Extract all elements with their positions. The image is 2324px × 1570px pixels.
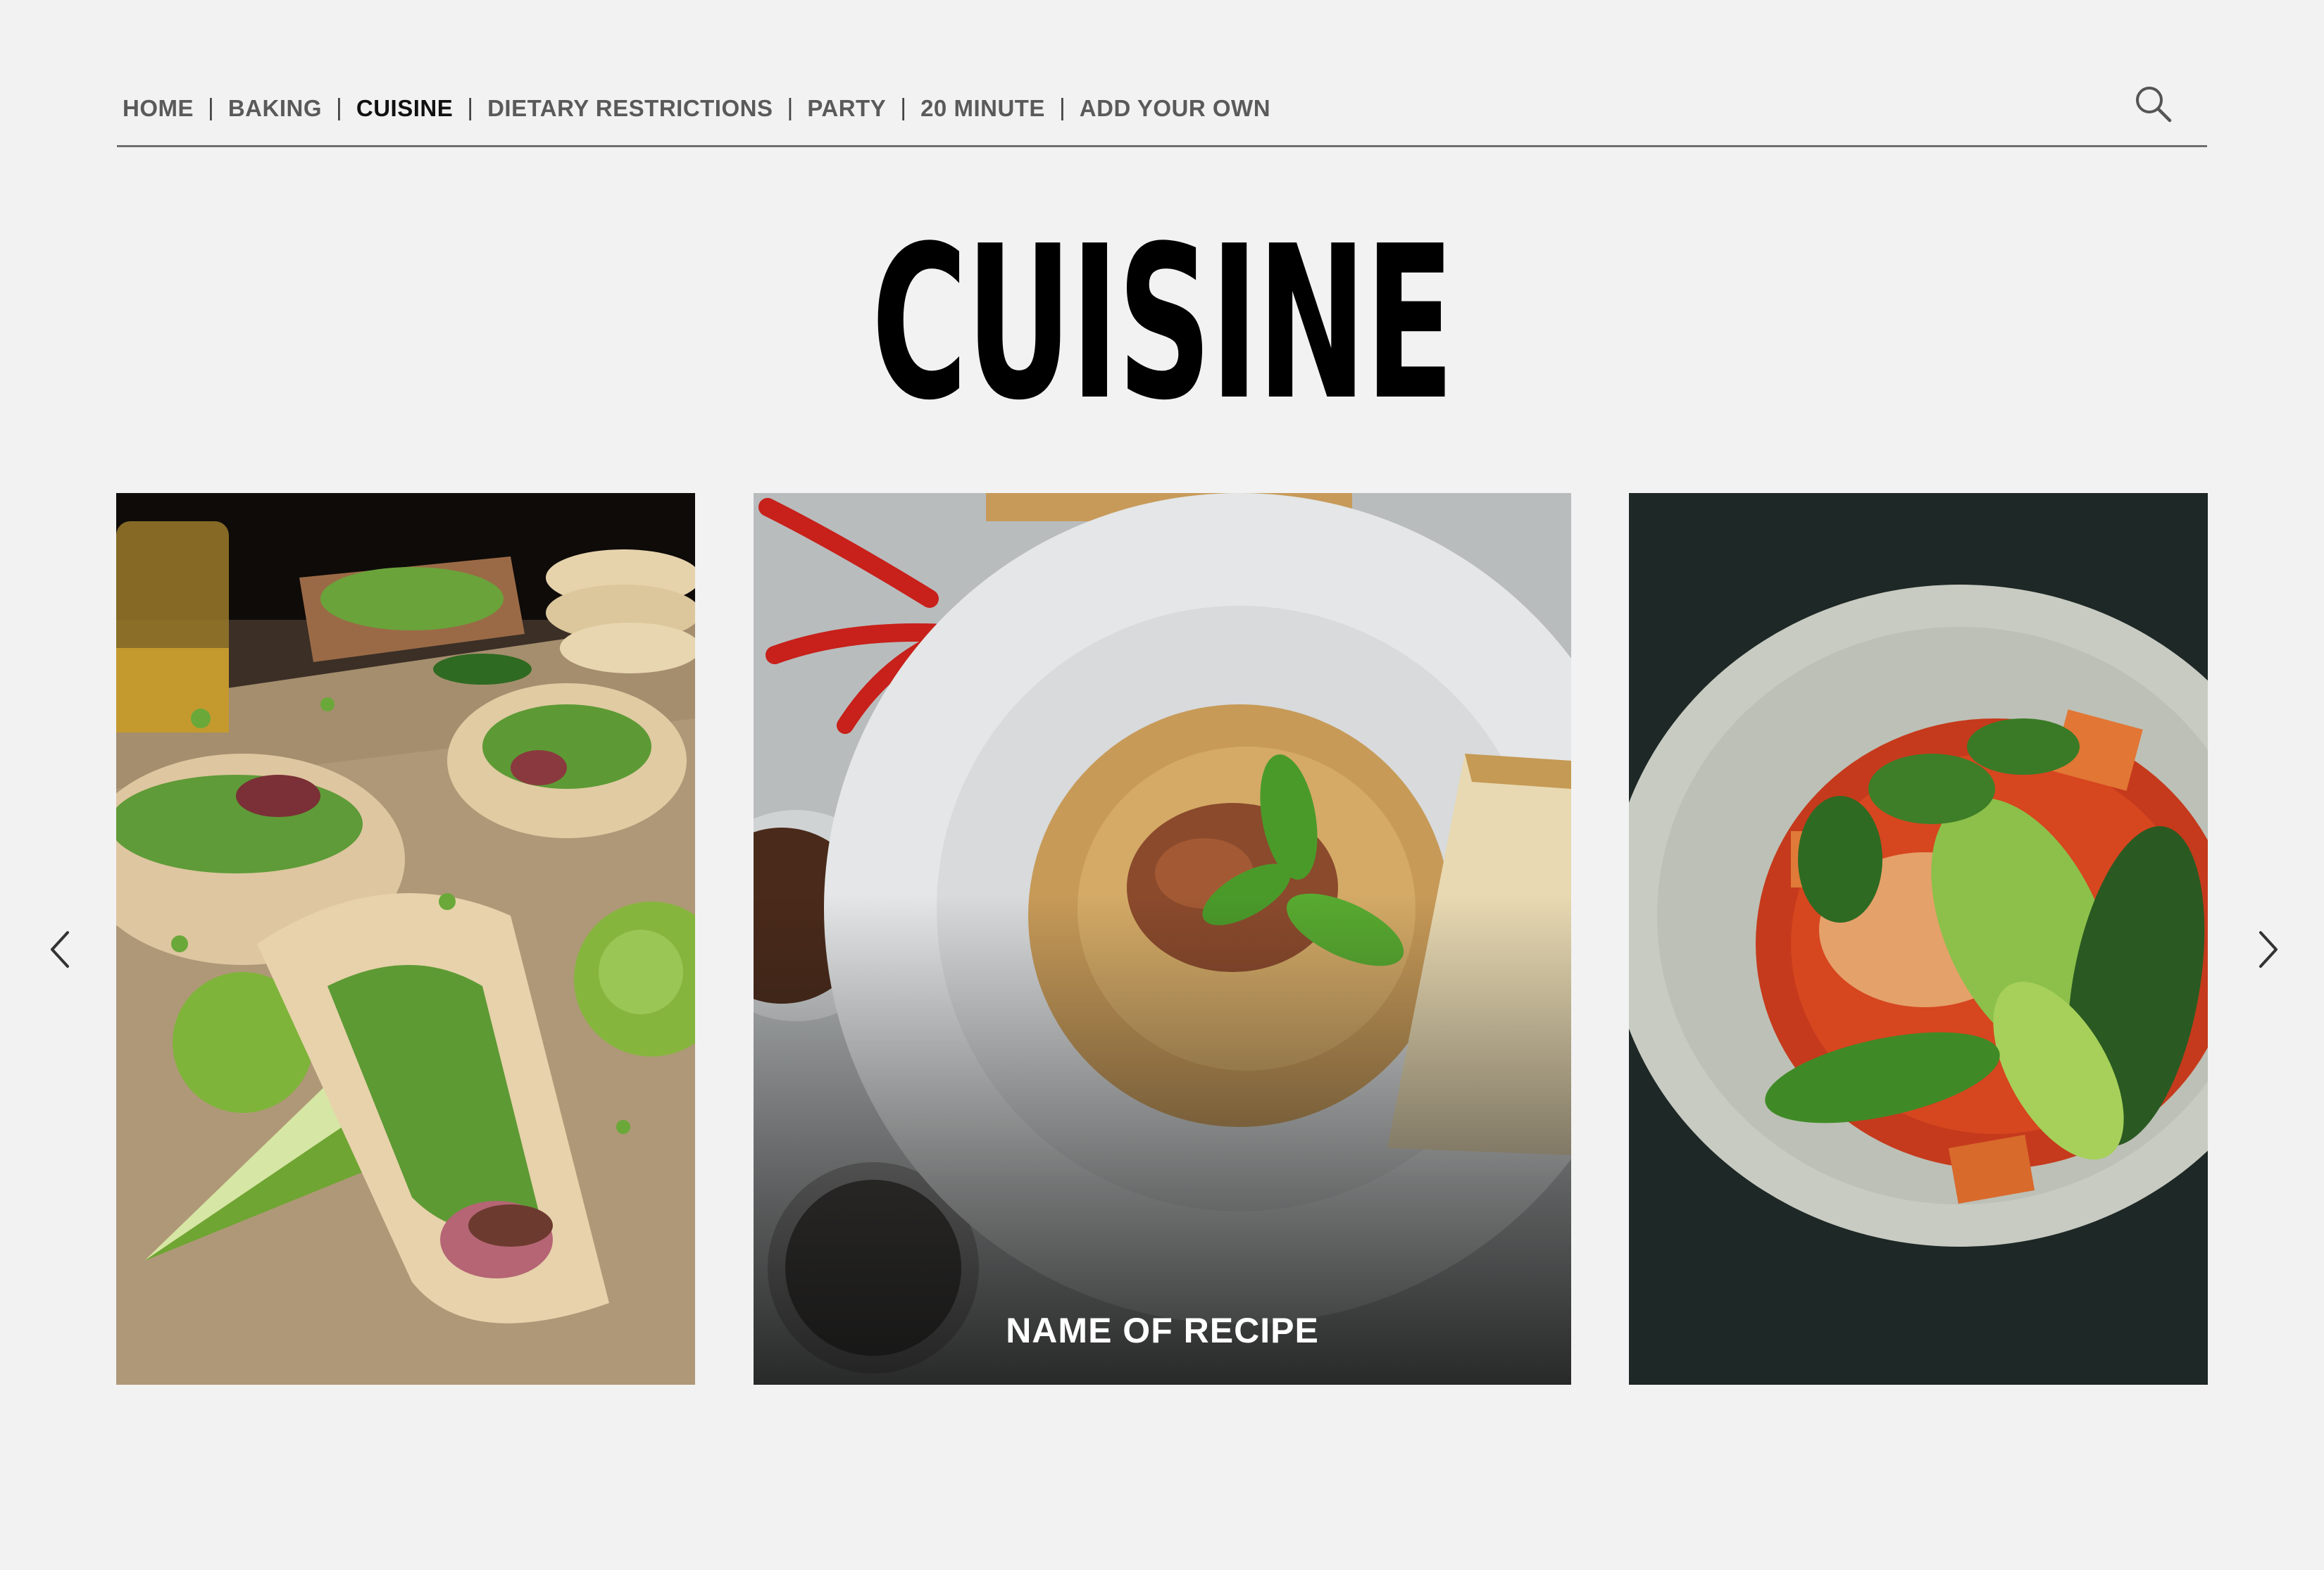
curry-noodle-soup-photo: [1629, 493, 2208, 1385]
nav-item-dietary-restrictions[interactable]: DIETARY RESTRICTIONS: [487, 95, 773, 122]
nav-separator: |: [336, 94, 342, 121]
top-nav: HOME | BAKING | CUISINE | DIETARY RESTRI…: [117, 77, 2207, 148]
nav-divider: [117, 145, 2207, 147]
nav-separator: |: [467, 94, 474, 121]
nav-item-add-your-own[interactable]: ADD YOUR OWN: [1080, 95, 1270, 122]
recipe-card-tacos[interactable]: [116, 493, 695, 1385]
nav-separator: |: [900, 94, 907, 121]
recipe-name: NAME OF RECIPE: [1006, 1311, 1319, 1350]
nav-item-baking[interactable]: BAKING: [228, 95, 322, 122]
page-title: CUISINE: [871, 201, 1454, 447]
nav-item-home[interactable]: HOME: [123, 95, 194, 122]
nav-separator: |: [1058, 94, 1066, 121]
tacos-photo: [116, 493, 695, 1385]
nav-menu: HOME | BAKING | CUISINE | DIETARY RESTRI…: [123, 94, 1270, 122]
nav-item-cuisine[interactable]: CUISINE: [356, 95, 453, 122]
recipe-card-featured[interactable]: NAME OF RECIPE: [754, 493, 1571, 1385]
nav-item-party[interactable]: PARTY: [807, 95, 886, 122]
chevron-right-icon[interactable]: [2254, 928, 2282, 971]
recipe-card-curry-soup[interactable]: [1629, 493, 2208, 1385]
nav-separator: |: [787, 94, 794, 121]
chevron-left-icon[interactable]: [46, 928, 75, 971]
search-icon[interactable]: [2132, 83, 2175, 125]
nav-item-20-minute[interactable]: 20 MINUTE: [920, 95, 1045, 122]
nav-separator: |: [208, 94, 214, 121]
